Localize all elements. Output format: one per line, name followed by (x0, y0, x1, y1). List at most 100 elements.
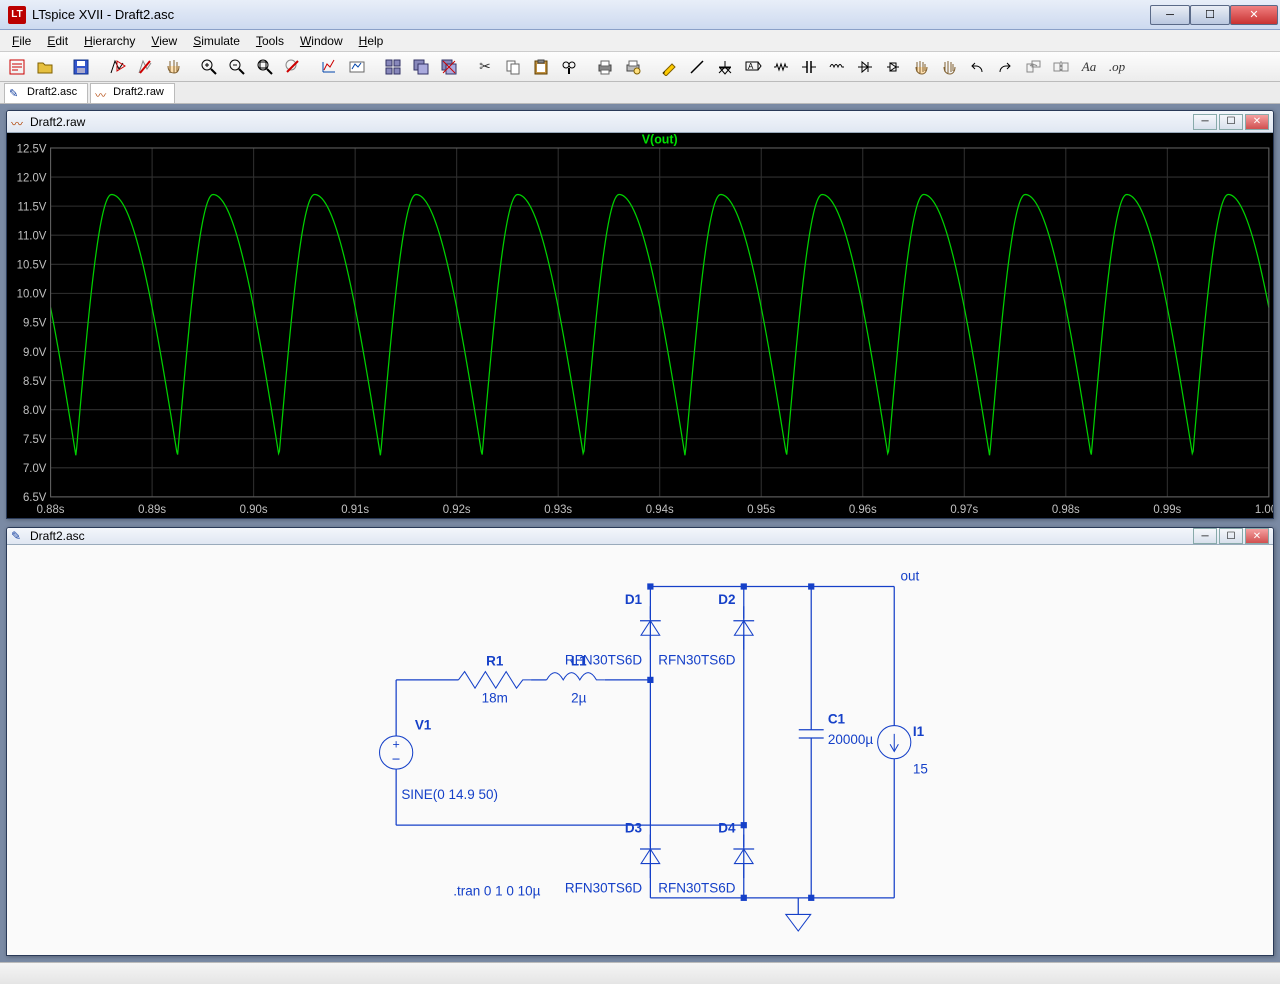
svg-text:11.5V: 11.5V (17, 201, 46, 213)
svg-text:0.93s: 0.93s (544, 504, 572, 516)
svg-text:RFN30TS6D: RFN30TS6D (658, 881, 735, 896)
svg-text:8.5V: 8.5V (23, 376, 47, 388)
tb-save[interactable] (68, 55, 94, 79)
waveform-icon: 〰 (95, 87, 109, 101)
window-maximize-button[interactable]: ☐ (1190, 5, 1230, 25)
toolbar: ✂ A Aa .op (0, 52, 1280, 82)
tb-component[interactable] (880, 55, 906, 79)
tb-diode[interactable] (852, 55, 878, 79)
child-minimize-button[interactable]: ─ (1193, 528, 1217, 544)
tb-mirror[interactable] (1048, 55, 1074, 79)
tb-close-all[interactable] (436, 55, 462, 79)
tb-cut[interactable]: ✂ (472, 55, 498, 79)
tab-label: Draft2.asc (27, 86, 77, 98)
svg-text:0.96s: 0.96s (849, 504, 877, 516)
menu-view[interactable]: View (143, 32, 185, 50)
svg-text:0.92s: 0.92s (443, 504, 471, 516)
svg-text:12.0V: 12.0V (17, 172, 47, 184)
svg-text:18m: 18m (482, 691, 508, 706)
svg-text:0.88s: 0.88s (37, 504, 65, 516)
schematic-window-title: Draft2.asc (30, 529, 1193, 543)
menu-file[interactable]: File (4, 32, 39, 50)
menu-simulate[interactable]: Simulate (185, 32, 248, 50)
svg-text:D3: D3 (625, 821, 643, 836)
tb-find[interactable] (556, 55, 582, 79)
svg-text:D4: D4 (718, 821, 736, 836)
svg-text:0.95s: 0.95s (747, 504, 775, 516)
tb-rotate[interactable] (1020, 55, 1046, 79)
tb-zoom-fit[interactable] (252, 55, 278, 79)
menu-window[interactable]: Window (292, 32, 351, 50)
tb-zoom-in[interactable] (196, 55, 222, 79)
svg-text:SINE(0 14.9 50): SINE(0 14.9 50) (401, 788, 498, 803)
svg-text:V1: V1 (415, 718, 432, 733)
schematic-icon: ✎ (9, 87, 23, 101)
svg-text:12.5V: 12.5V (17, 143, 47, 155)
schematic-window: ✎ Draft2.asc ─ ☐ ✕ +−V1SINE(0 14.9 50)R1… (6, 527, 1274, 956)
tb-halt[interactable] (132, 55, 158, 79)
tb-resistor[interactable] (768, 55, 794, 79)
tb-draw-wire-pencil[interactable] (656, 55, 682, 79)
svg-text:11.0V: 11.0V (17, 230, 46, 242)
schematic-icon: ✎ (11, 529, 25, 543)
svg-text:7.5V: 7.5V (23, 434, 47, 446)
schematic-window-titlebar[interactable]: ✎ Draft2.asc ─ ☐ ✕ (7, 528, 1273, 545)
tb-autorange[interactable] (316, 55, 342, 79)
window-close-button[interactable]: ✕ (1230, 5, 1278, 25)
tb-print-setup[interactable] (620, 55, 646, 79)
tb-label-net[interactable]: A (740, 55, 766, 79)
tab-draft2-raw[interactable]: 〰 Draft2.raw (90, 83, 175, 103)
tb-text[interactable]: Aa (1076, 55, 1102, 79)
svg-text:8.0V: 8.0V (23, 405, 47, 417)
tb-inductor[interactable] (824, 55, 850, 79)
svg-text:20000µ: 20000µ (828, 733, 873, 748)
menu-edit[interactable]: Edit (39, 32, 76, 50)
svg-text:out: out (900, 569, 919, 584)
tb-zoom-out[interactable] (224, 55, 250, 79)
svg-text:1.00s: 1.00s (1255, 504, 1273, 516)
tb-copy[interactable] (500, 55, 526, 79)
child-minimize-button[interactable]: ─ (1193, 114, 1217, 130)
menu-help[interactable]: Help (351, 32, 392, 50)
window-minimize-button[interactable]: ─ (1150, 5, 1190, 25)
tb-run[interactable] (104, 55, 130, 79)
child-close-button[interactable]: ✕ (1245, 114, 1269, 130)
svg-text:0.90s: 0.90s (240, 504, 268, 516)
tb-open[interactable] (32, 55, 58, 79)
menubar: File Edit Hierarchy View Simulate Tools … (0, 30, 1280, 52)
window-titlebar: LT LTspice XVII - Draft2.asc ─ ☐ ✕ (0, 0, 1280, 30)
svg-text:RFN30TS6D: RFN30TS6D (658, 653, 735, 668)
svg-text:0.91s: 0.91s (341, 504, 369, 516)
svg-text:RFN30TS6D: RFN30TS6D (565, 881, 642, 896)
schematic-canvas[interactable]: +−V1SINE(0 14.9 50)R118mL12µD1RFN30TS6DD… (7, 545, 1273, 956)
tb-print[interactable] (592, 55, 618, 79)
child-close-button[interactable]: ✕ (1245, 528, 1269, 544)
tb-wire[interactable] (684, 55, 710, 79)
menu-tools[interactable]: Tools (248, 32, 292, 50)
tab-draft2-asc[interactable]: ✎ Draft2.asc (4, 83, 88, 103)
tb-cascade-windows[interactable] (408, 55, 434, 79)
menu-hierarchy[interactable]: Hierarchy (76, 32, 143, 50)
svg-text:R1: R1 (486, 654, 504, 669)
tb-spice-directive[interactable]: .op (1104, 55, 1130, 79)
tb-redo[interactable] (992, 55, 1018, 79)
tb-paste[interactable] (528, 55, 554, 79)
plot-window-titlebar[interactable]: 〰 Draft2.raw ─ ☐ ✕ (7, 111, 1273, 133)
tb-zoom-back[interactable] (280, 55, 306, 79)
tb-ground[interactable] (712, 55, 738, 79)
tb-capacitor[interactable] (796, 55, 822, 79)
svg-text:7.0V: 7.0V (23, 463, 47, 475)
plot-area[interactable]: 0.88s0.89s0.90s0.91s0.92s0.93s0.94s0.95s… (7, 133, 1273, 518)
tb-drag[interactable] (936, 55, 962, 79)
svg-text:9.0V: 9.0V (23, 347, 47, 359)
svg-text:0.98s: 0.98s (1052, 504, 1080, 516)
child-maximize-button[interactable]: ☐ (1219, 114, 1243, 130)
child-maximize-button[interactable]: ☐ (1219, 528, 1243, 544)
svg-text:2µ: 2µ (571, 691, 586, 706)
tb-pan[interactable] (160, 55, 186, 79)
tb-undo[interactable] (964, 55, 990, 79)
tb-new-schematic[interactable] (4, 55, 30, 79)
tb-tile-windows[interactable] (380, 55, 406, 79)
tb-move[interactable] (908, 55, 934, 79)
tb-setup[interactable] (344, 55, 370, 79)
